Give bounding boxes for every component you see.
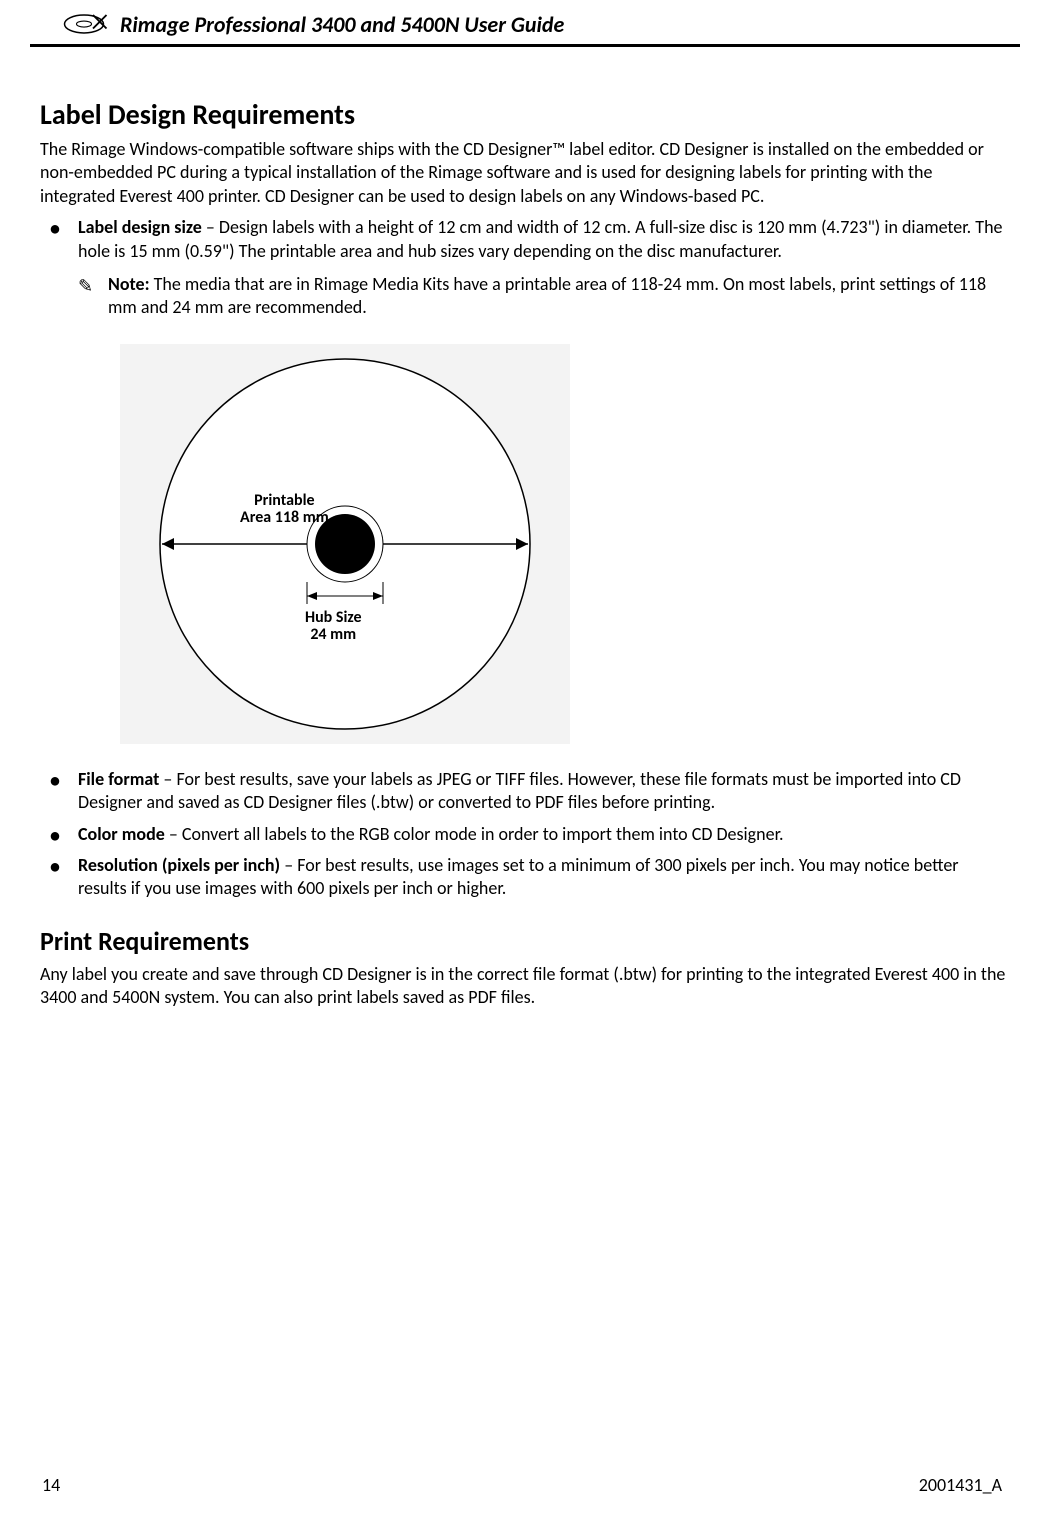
bullet-resolution: Resolution (pixels per inch) – For best … [40, 854, 1010, 901]
disc-diagram: Printable Area 118 mm Hub Size 24 mm [120, 344, 570, 744]
header-title: Rimage Professional 3400 and 5400N User … [120, 11, 564, 38]
bullet-label: Label design size [78, 216, 202, 238]
note-text: The media that are in Rimage Media Kits … [108, 273, 986, 318]
bullet-label: Color mode [78, 823, 165, 845]
bullet-text: – Design labels with a height of 12 cm a… [78, 216, 1002, 261]
page-footer: 14 2001431_A [0, 1474, 1050, 1496]
page-header: Rimage Professional 3400 and 5400N User … [30, 0, 1020, 47]
bullet-color-mode: Color mode – Convert all labels to the R… [40, 823, 1010, 846]
note-icon: ✎ [78, 275, 93, 298]
document-number: 2001431_A [919, 1474, 1002, 1496]
rimage-logo-icon [60, 10, 108, 38]
bullet-text: – Convert all labels to the RGB color mo… [165, 823, 784, 845]
note-label: Note: [108, 273, 150, 295]
bullet-text: – For best results, save your labels as … [78, 768, 961, 813]
bullet-label-design-size: Label design size – Design labels with a… [40, 216, 1010, 263]
page-number: 14 [42, 1474, 60, 1496]
bullet-file-format: File format – For best results, save you… [40, 768, 1010, 815]
note-block: ✎ Note: The media that are in Rimage Med… [40, 273, 1010, 320]
bullet-label: Resolution (pixels per inch) [78, 854, 280, 876]
page-content: Label Design Requirements The Rimage Win… [0, 47, 1050, 1009]
disc-diagram-svg [120, 344, 570, 744]
section-heading-print-requirements: Print Requirements [40, 925, 1010, 957]
section-heading-label-design: Label Design Requirements [40, 97, 1010, 132]
printable-area-label: Printable Area 118 mm [240, 492, 329, 527]
print-requirements-paragraph: Any label you create and save through CD… [40, 963, 1010, 1010]
hub-size-label: Hub Size 24 mm [305, 609, 362, 644]
intro-paragraph: The Rimage Windows-compatible software s… [40, 138, 1010, 208]
bullet-label: File format [78, 768, 159, 790]
